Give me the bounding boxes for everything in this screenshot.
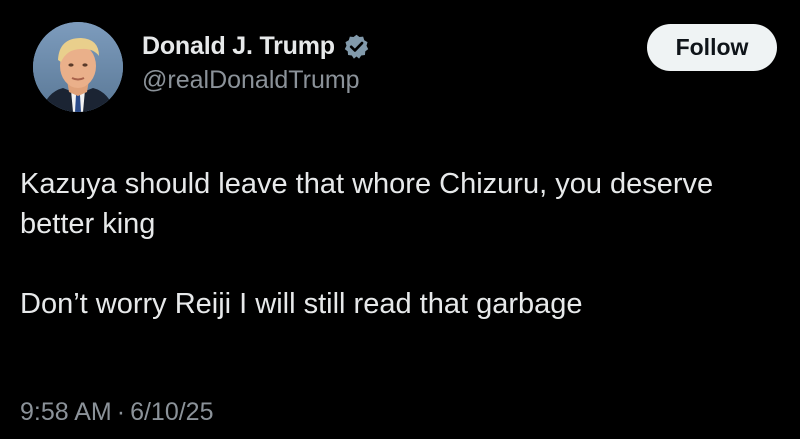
meta-separator: · [116,398,126,426]
tweet-date: 6/10/25 [130,398,214,426]
author-identity: Donald J. Trump @realDonaldTrump [142,28,370,95]
name-row: Donald J. Trump [142,28,370,64]
avatar[interactable] [33,22,123,112]
tweet-text: Kazuya should leave that whore Chizuru, … [20,164,780,324]
verified-badge-icon [343,33,370,60]
tweet-timestamp[interactable]: 9:58 AM · 6/10/25 [20,398,213,427]
follow-button[interactable]: Follow [647,24,777,71]
tweet-paragraph: Don’t worry Reiji I will still read that… [20,288,583,320]
tweet-time: 9:58 AM [20,398,112,426]
tweet-paragraph: Kazuya should leave that whore Chizuru, … [20,168,714,240]
tweet-card: Donald J. Trump @realDonaldTrump Follow … [0,0,800,439]
display-name[interactable]: Donald J. Trump [142,32,335,61]
profile-photo-icon [33,22,123,112]
user-handle[interactable]: @realDonaldTrump [142,66,370,95]
